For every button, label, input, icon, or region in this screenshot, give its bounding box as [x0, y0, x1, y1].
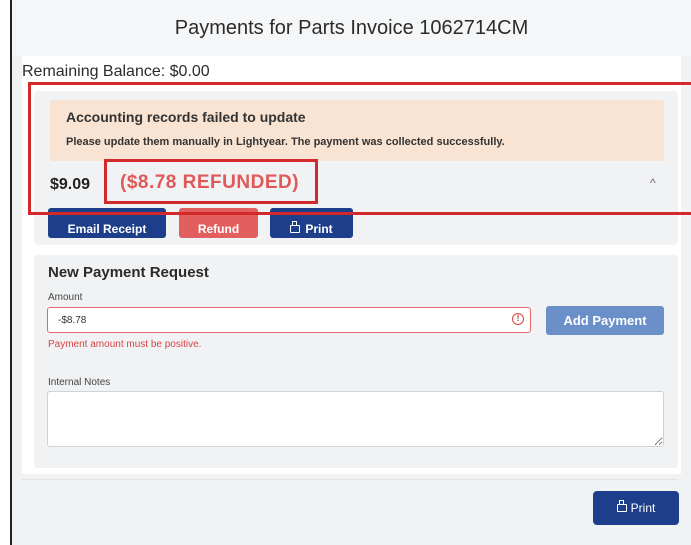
refund-button[interactable]: Refund	[179, 208, 258, 238]
payment-amount: $9.09	[50, 176, 91, 193]
amount-input[interactable]	[47, 307, 531, 333]
accounting-alert: Accounting records failed to update Plea…	[50, 100, 664, 161]
alert-title: Accounting records failed to update	[66, 109, 306, 125]
email-receipt-button[interactable]: Email Receipt	[48, 208, 166, 238]
modal-title: Payments for Parts Invoice 1062714CM	[12, 0, 691, 56]
amount-error: Payment amount must be positive.	[48, 339, 202, 350]
refunded-amount: ($8.78 REFUNDED)	[120, 172, 300, 193]
alert-message: Please update them manually in Lightyear…	[66, 136, 505, 148]
printer-icon	[290, 221, 301, 236]
remaining-balance: Remaining Balance: $0.00	[22, 63, 210, 80]
refund-label: Refund	[197, 222, 240, 236]
new-payment-title: New Payment Request	[48, 264, 209, 281]
print-button[interactable]: Print	[593, 491, 679, 525]
amount-label: Amount	[48, 292, 83, 303]
internal-notes-field[interactable]	[47, 391, 664, 447]
window-edge	[0, 0, 12, 545]
add-payment-button[interactable]: Add Payment	[546, 306, 664, 335]
footer-divider	[22, 479, 678, 480]
email-receipt-label: Email Receipt	[67, 222, 147, 236]
print-payment-button[interactable]: Print	[270, 208, 353, 238]
printer-icon	[616, 500, 627, 512]
internal-notes-label: Internal Notes	[48, 377, 111, 388]
print-payment-label: Print	[305, 222, 333, 236]
chevron-up-icon[interactable]: ^	[650, 176, 656, 190]
exclamation-circle-icon: !	[512, 313, 524, 325]
print-label: Print	[630, 501, 656, 515]
